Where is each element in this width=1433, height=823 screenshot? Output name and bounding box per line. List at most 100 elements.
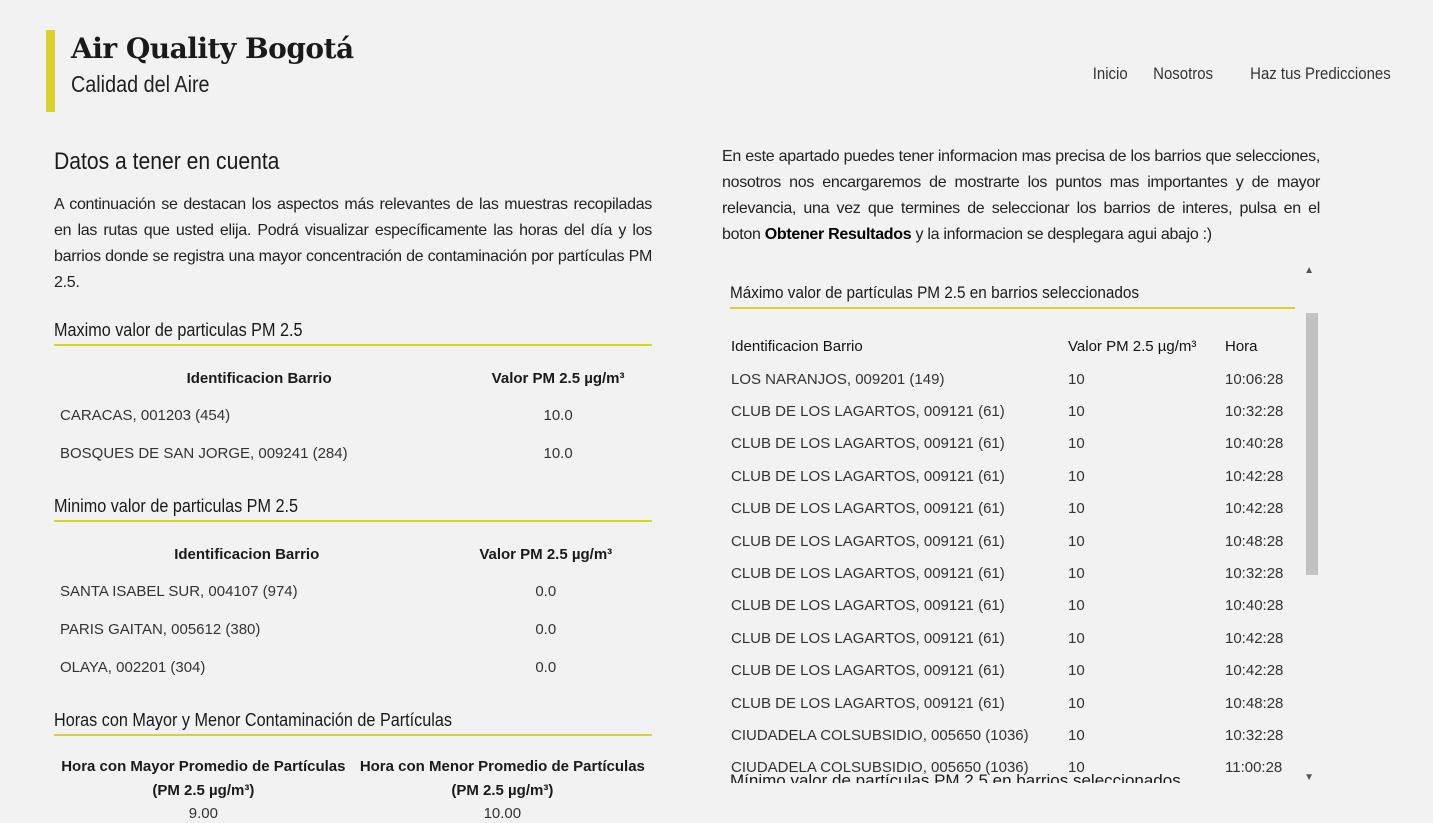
table-row: BOSQUES DE SAN JORGE, 009241 (284) 10.0 (54, 434, 652, 472)
results-col-valor: Valor PM 2.5 µg/m³ (1068, 337, 1197, 355)
nav-nosotros[interactable]: Nosotros (1153, 64, 1213, 84)
results-min-title: Mínimo valor de partículas PM 2.5 en bar… (730, 771, 1181, 783)
table-cell: 10:42:28 (1225, 662, 1284, 680)
table-cell: CIUDADELA COLSUBSIDIO, 005650 (1036) (731, 726, 1029, 744)
max-col-valor: Valor PM 2.5 µg/m³ (491, 369, 625, 387)
min-col-barrio: Identificacion Barrio (174, 545, 320, 563)
table-cell: 10 (1068, 403, 1085, 421)
table-cell: PARIS GAITAN, 005612 (380) (60, 620, 261, 638)
table-row: CLUB DE LOS LAGARTOS, 009121 (61) 10 10:32… (730, 557, 1285, 589)
table-cell: 10:32:28 (1225, 565, 1284, 583)
table-row: CLUB DE LOS LAGARTOS, 009121 (61) 10 10:40… (730, 428, 1285, 460)
table-cell: 10 (1068, 597, 1085, 615)
max-table-body: CARACAS, 001203 (454) 10.0 BOSQUES DE SAN … (54, 396, 652, 472)
table-cell: OLAYA, 002201 (304) (60, 658, 206, 676)
table-cell: 10 (1068, 435, 1085, 453)
table-cell: 10:06:28 (1225, 370, 1284, 388)
table-cell: CARACAS, 001203 (454) (60, 406, 231, 424)
results-table-body: LOS NARANJOS, 009201 (149) 10 10:06:28 CLUB… (730, 363, 1285, 783)
results-max-title: Máximo valor de partículas PM 2.5 en bar… (730, 283, 1295, 309)
max-section-title: Maximo valor de particulas PM 2.5 (54, 320, 652, 346)
table-row: CARACAS, 001203 (454) 10.0 (54, 396, 652, 434)
max-table: Identificacion Barrio Valor PM 2.5 µg/m³… (54, 360, 652, 472)
table-cell: 10 (1068, 629, 1085, 647)
scroll-up-arrow-icon[interactable]: ▲ (1304, 265, 1314, 276)
hours-col-min: Hora con Menor Promedio de Partículas (P… (359, 758, 645, 799)
table-row: CLUB DE LOS LAGARTOS, 009121 (61) 10 10:42… (730, 493, 1285, 525)
table-row: LOS NARANJOS, 009201 (149) 10 10:06:28 (730, 363, 1285, 395)
table-cell: 10 (1068, 565, 1085, 583)
min-section-title: Minimo valor de particulas PM 2.5 (54, 496, 652, 522)
scroll-down-arrow-icon[interactable]: ▼ (1304, 772, 1314, 783)
hours-section-title: Horas con Mayor y Menor Contaminación de… (54, 710, 652, 736)
selection-intro: En este apartado puedes tener informacio… (722, 148, 1320, 243)
main-nav: Inicio Nosotros Haz tus Predicciones (1088, 64, 1391, 84)
table-cell: CLUB DE LOS LAGARTOS, 009121 (61) (731, 629, 1005, 647)
table-cell: SANTA ISABEL SUR, 004107 (974) (60, 582, 298, 600)
brand: Air Quality Bogotá Calidad del Aire (46, 30, 354, 112)
table-cell: BOSQUES DE SAN JORGE, 009241 (284) (60, 444, 348, 462)
brand-subtitle: Calidad del Aire (71, 71, 210, 97)
table-cell: CLUB DE LOS LAGARTOS, 009121 (61) (731, 694, 1005, 712)
table-row: CLUB DE LOS LAGARTOS, 009121 (61) 10 10:42… (730, 655, 1285, 687)
table-cell: 10 (1068, 370, 1085, 388)
table-cell: 10:48:28 (1225, 532, 1284, 550)
table-cell: 10 (1068, 467, 1085, 485)
table-row: SANTA ISABEL SUR, 004107 (974) 0.0 (54, 572, 652, 610)
table-row: CLUB DE LOS LAGARTOS, 009121 (61) 10 10:48… (730, 687, 1285, 719)
table-row: OLAYA, 002201 (304) 0.0 (54, 648, 652, 686)
table-cell: 10.0 (543, 406, 573, 424)
table-cell: 10:32:28 (1225, 403, 1284, 421)
table-cell: 10:32:28 (1225, 726, 1284, 744)
hours-table: Hora con Mayor Promedio de Partículas (P… (54, 754, 652, 823)
results-col-hora: Hora (1225, 337, 1258, 355)
hour-max-value: 9.00 (188, 805, 218, 822)
summary-section: Datos a tener en cuenta A continuación s… (54, 148, 652, 823)
table-row: CLUB DE LOS LAGARTOS, 009121 (61) 10 10:42… (730, 460, 1285, 492)
summary-intro: A continuación se destacan los aspectos … (54, 196, 652, 291)
table-cell: 0.0 (535, 620, 557, 638)
summary-heading: Datos a tener en cuenta (54, 148, 280, 175)
min-col-valor: Valor PM 2.5 µg/m³ (479, 545, 613, 563)
scrollbar-thumb[interactable] (1306, 313, 1318, 575)
table-row: CLUB DE LOS LAGARTOS, 009121 (61) 10 10:32… (730, 395, 1285, 427)
table-cell: 10 (1068, 662, 1085, 680)
results-col-barrio: Identificacion Barrio (731, 337, 863, 355)
obtener-resultados-ref: Obtener Resultados (764, 226, 912, 243)
table-cell: LOS NARANJOS, 009201 (149) (731, 370, 945, 388)
table-cell: 10:40:28 (1225, 435, 1284, 453)
table-row: CLUB DE LOS LAGARTOS, 009121 (61) 10 10:48… (730, 525, 1285, 557)
results-scroll-panel[interactable]: ▲ Máximo valor de partículas PM 2.5 en b… (722, 263, 1320, 783)
table-cell: 10:48:28 (1225, 694, 1284, 712)
hours-col-max: Hora con Mayor Promedio de Partículas (P… (61, 758, 346, 799)
table-cell: 10:42:28 (1225, 500, 1284, 518)
nav-predicciones[interactable]: Haz tus Predicciones (1250, 64, 1391, 84)
table-cell: 10 (1068, 694, 1085, 712)
max-col-barrio: Identificacion Barrio (186, 369, 332, 387)
table-row: PARIS GAITAN, 005612 (380) 0.0 (54, 610, 652, 648)
brand-title: Air Quality Bogotá (71, 32, 354, 65)
table-cell: 10 (1068, 532, 1085, 550)
table-cell: CLUB DE LOS LAGARTOS, 009121 (61) (731, 435, 1005, 453)
table-cell: 10:42:28 (1225, 467, 1284, 485)
table-cell: CLUB DE LOS LAGARTOS, 009121 (61) (731, 662, 1005, 680)
nav-inicio[interactable]: Inicio (1092, 64, 1127, 84)
table-cell: 10:40:28 (1225, 597, 1284, 615)
table-cell: 10:42:28 (1225, 629, 1284, 647)
table-cell: 10.0 (543, 444, 573, 462)
table-row: CLUB DE LOS LAGARTOS, 009121 (61) 10 10:40… (730, 590, 1285, 622)
table-cell: CLUB DE LOS LAGARTOS, 009121 (61) (731, 597, 1005, 615)
min-table-body: SANTA ISABEL SUR, 004107 (974) 0.0 PARIS G… (54, 572, 652, 686)
table-row: CIUDADELA COLSUBSIDIO, 005650 (1036) 10 10… (730, 719, 1285, 751)
table-row: CLUB DE LOS LAGARTOS, 009121 (61) 10 10:42… (730, 622, 1285, 654)
min-table: Identificacion Barrio Valor PM 2.5 µg/m³… (54, 536, 652, 686)
hour-min-value: 10.00 (483, 805, 522, 822)
table-cell: 10 (1068, 726, 1085, 744)
table-cell: CLUB DE LOS LAGARTOS, 009121 (61) (731, 565, 1005, 583)
table-cell: CLUB DE LOS LAGARTOS, 009121 (61) (731, 467, 1005, 485)
table-cell: 0.0 (535, 582, 557, 600)
table-cell: CLUB DE LOS LAGARTOS, 009121 (61) (731, 403, 1005, 421)
results-table: Identificacion Barrio Valor PM 2.5 µg/m³… (730, 329, 1285, 783)
table-cell: 0.0 (535, 658, 557, 676)
selection-section: En este apartado puedes tener informacio… (722, 144, 1320, 248)
